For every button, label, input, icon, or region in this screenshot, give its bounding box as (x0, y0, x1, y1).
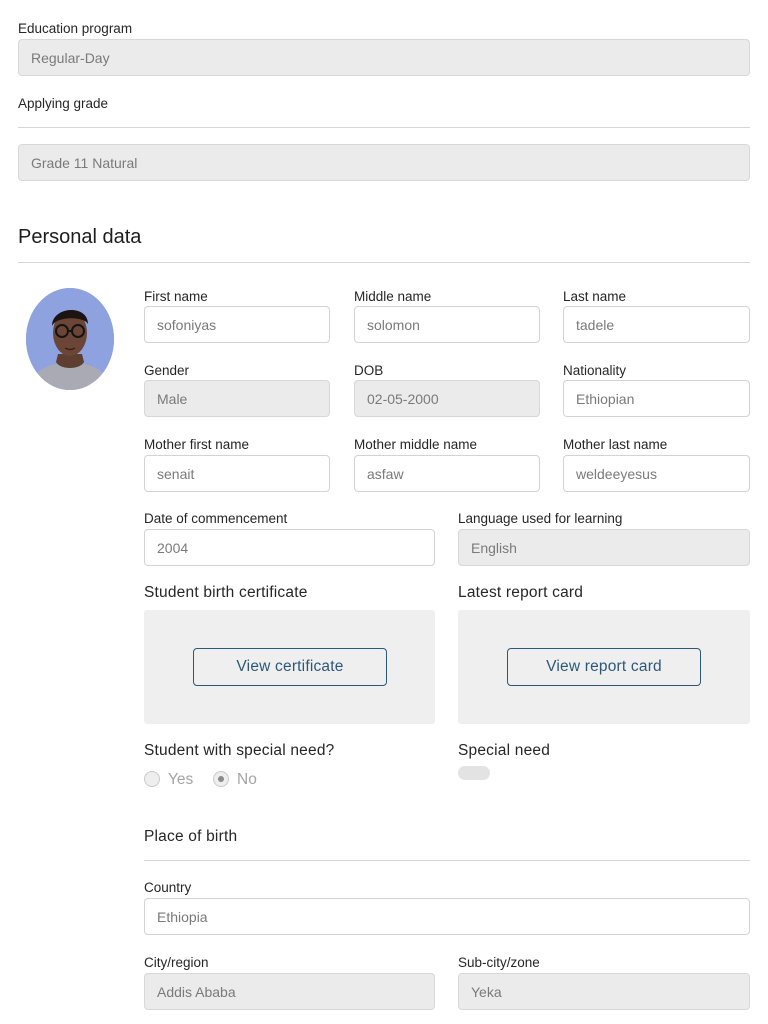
last-name-field[interactable]: tadele (563, 306, 750, 343)
last-name-label: Last name (563, 289, 627, 304)
language-label: Language used for learning (458, 511, 623, 526)
special-need-yes-radio[interactable] (144, 771, 160, 787)
report-card-panel: View report card (458, 610, 750, 724)
mother-first-name-field[interactable]: senait (144, 455, 330, 492)
place-of-birth-title: Place of birth (144, 828, 238, 845)
mother-first-name-label: Mother first name (144, 437, 250, 452)
language-field[interactable]: English (458, 529, 750, 566)
avatar (26, 288, 114, 390)
commencement-field[interactable]: 2004 (144, 529, 435, 566)
applying-grade-label: Applying grade (18, 96, 109, 111)
student-photo-icon (26, 288, 114, 390)
education-program-label: Education program (18, 21, 133, 36)
personal-data-title: Personal data (18, 226, 142, 248)
divider (18, 262, 750, 263)
nationality-field[interactable]: Ethiopian (563, 380, 750, 417)
special-need-toggle[interactable] (458, 766, 490, 780)
special-need-yes-label: Yes (168, 771, 194, 788)
birth-certificate-panel: View certificate (144, 610, 435, 724)
first-name-label: First name (144, 289, 208, 304)
divider (18, 127, 750, 128)
mother-last-name-label: Mother last name (563, 437, 668, 452)
divider (144, 860, 750, 861)
report-card-label: Latest report card (458, 584, 584, 601)
education-program-field[interactable]: Regular-Day (18, 39, 750, 76)
mother-middle-name-label: Mother middle name (354, 437, 478, 452)
middle-name-label: Middle name (354, 289, 432, 304)
gender-label: Gender (144, 363, 190, 378)
special-need-no-label: No (237, 771, 257, 788)
dob-label: DOB (354, 363, 384, 378)
subcity-label: Sub-city/zone (458, 955, 540, 970)
dob-field[interactable]: 02-05-2000 (354, 380, 540, 417)
nationality-label: Nationality (563, 363, 627, 378)
first-name-field[interactable]: sofoniyas (144, 306, 330, 343)
view-certificate-button[interactable]: View certificate (193, 648, 387, 686)
special-need-no-radio[interactable] (213, 771, 229, 787)
gender-field[interactable]: Male (144, 380, 330, 417)
applying-grade-field[interactable]: Grade 11 Natural (18, 144, 750, 181)
city-field[interactable]: Addis Ababa (144, 973, 435, 1010)
view-report-card-button[interactable]: View report card (507, 648, 701, 686)
country-field[interactable]: Ethiopia (144, 898, 750, 935)
city-label: City/region (144, 955, 209, 970)
middle-name-field[interactable]: solomon (354, 306, 540, 343)
mother-middle-name-field[interactable]: asfaw (354, 455, 540, 492)
special-need-question: Student with special need? (144, 742, 335, 759)
birth-certificate-label: Student birth certificate (144, 584, 308, 601)
commencement-label: Date of commencement (144, 511, 288, 526)
country-label: Country (144, 880, 192, 895)
subcity-field[interactable]: Yeka (458, 973, 750, 1010)
special-need-label: Special need (458, 742, 551, 759)
mother-last-name-field[interactable]: weldeeyesus (563, 455, 750, 492)
